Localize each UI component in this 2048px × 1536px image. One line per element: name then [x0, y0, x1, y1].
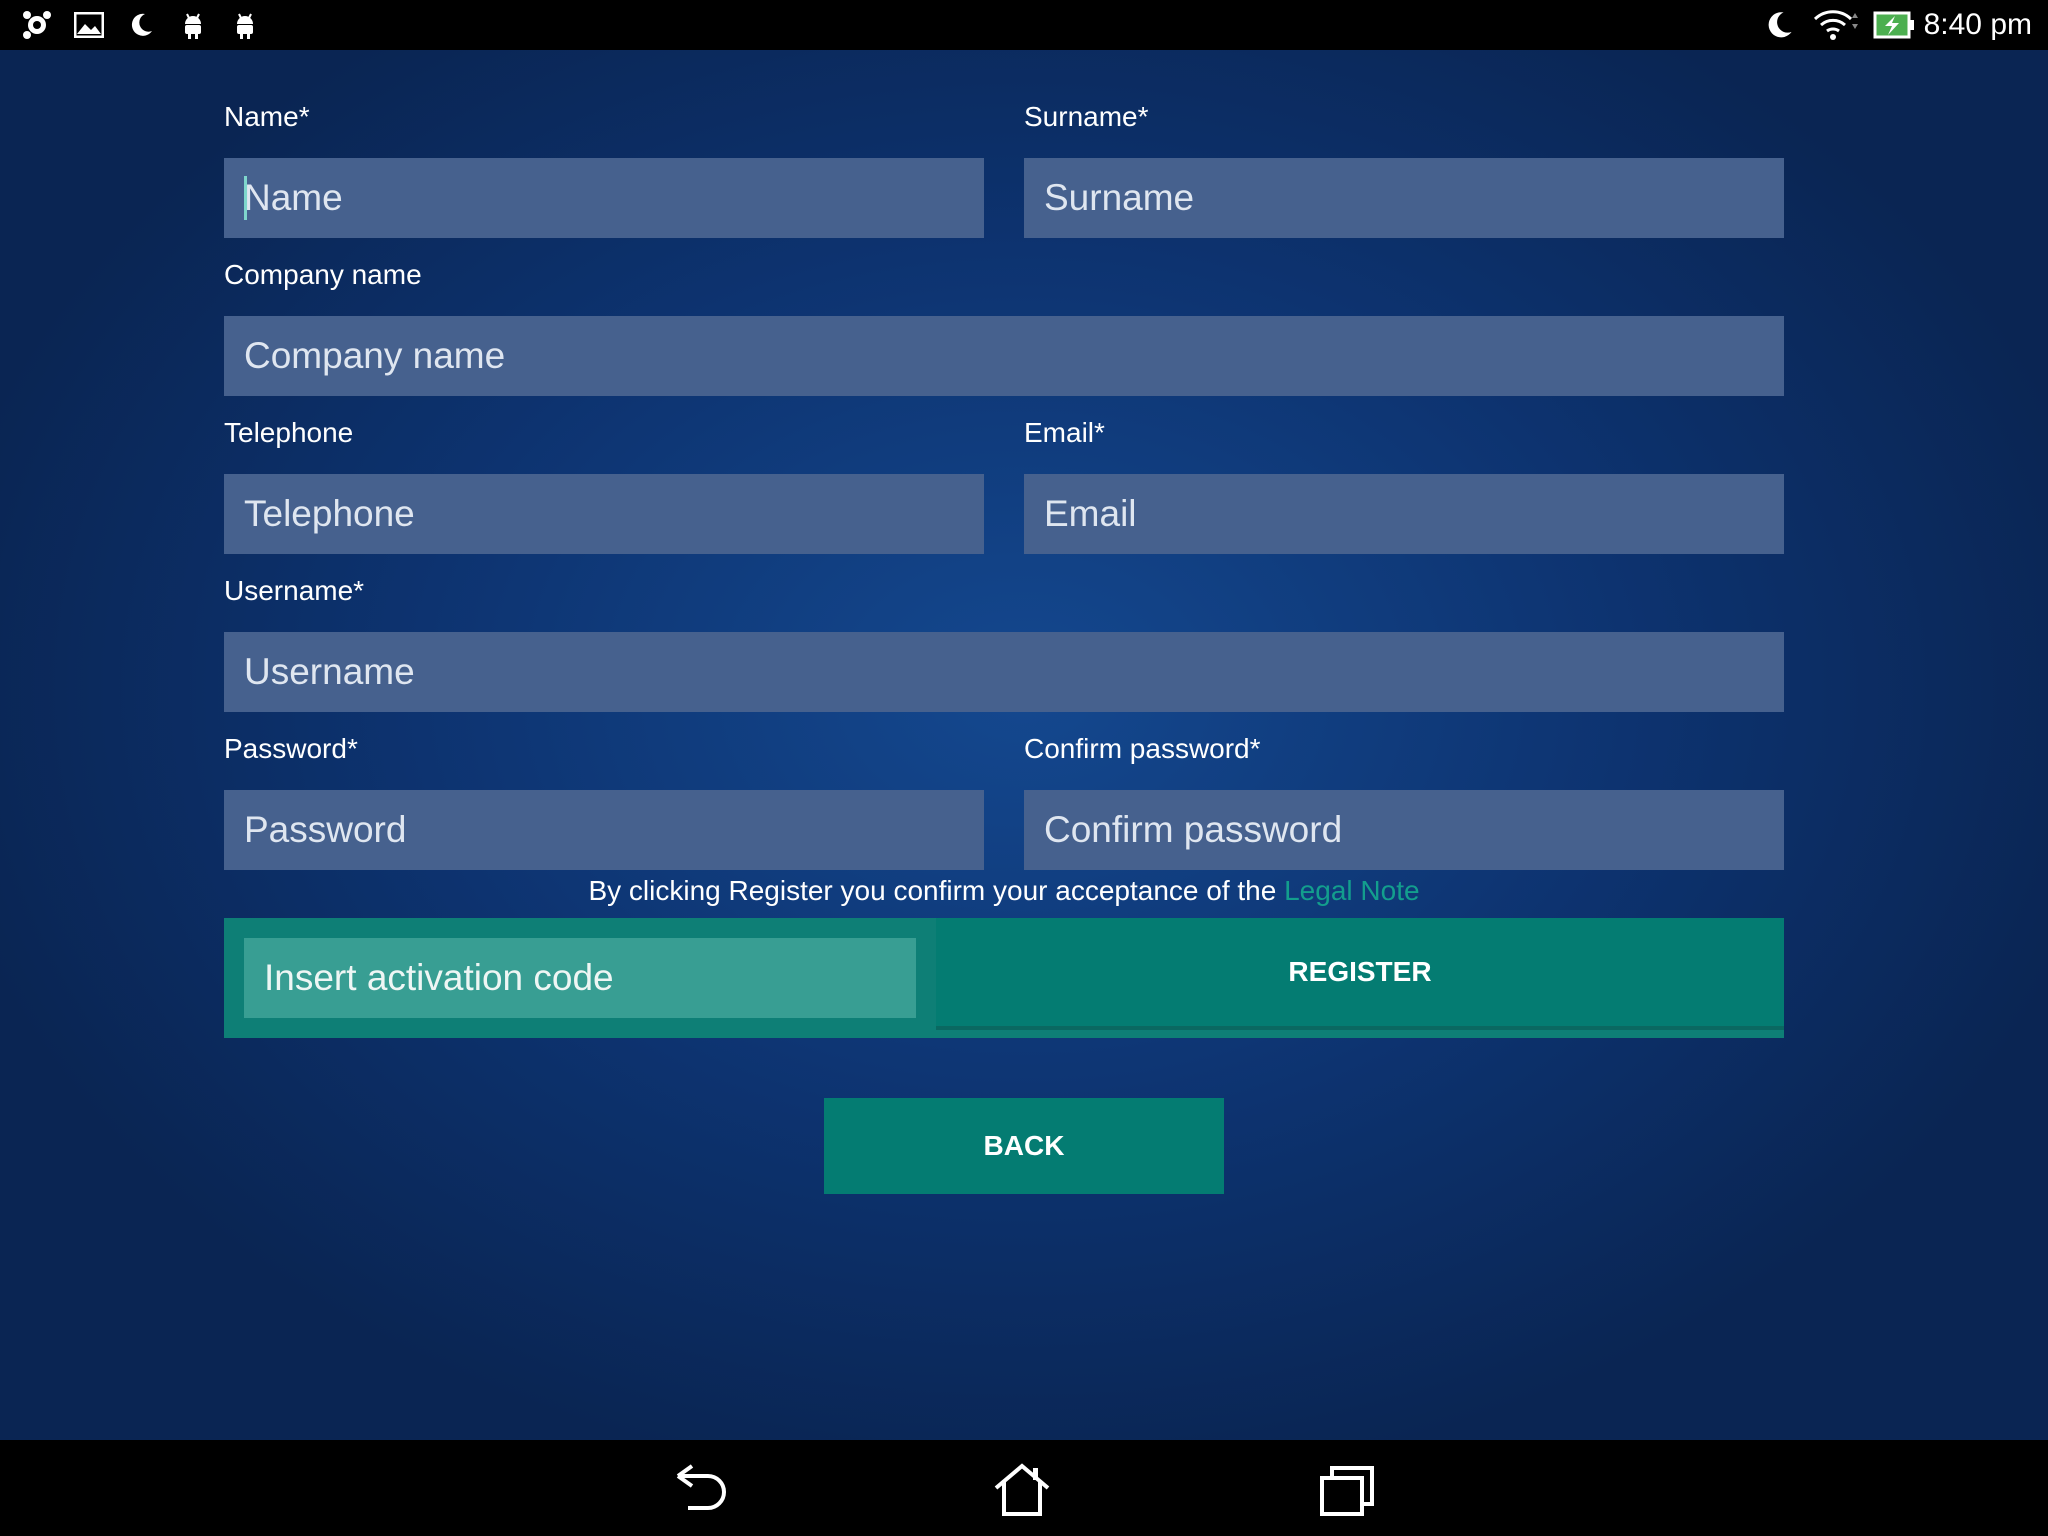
activation-code-input[interactable]	[244, 938, 916, 1018]
email-input[interactable]	[1024, 474, 1784, 554]
name-input[interactable]	[224, 158, 984, 238]
password-label: Password*	[224, 733, 358, 764]
back-button[interactable]: BACK	[824, 1098, 1224, 1194]
wifi-icon	[1812, 8, 1860, 42]
username-input[interactable]	[224, 632, 1784, 712]
app-icon	[20, 8, 54, 42]
username-label: Username*	[224, 575, 365, 606]
legal-text: By clicking Register you confirm your ac…	[588, 875, 1285, 906]
telephone-label: Telephone	[224, 417, 354, 448]
gallery-icon	[72, 8, 106, 42]
email-label: Email*	[1024, 417, 1105, 448]
name-label: Name*	[224, 101, 310, 132]
company-label: Company name	[224, 259, 422, 290]
company-input[interactable]	[224, 316, 1784, 396]
status-bar: 8:40 pm	[0, 0, 2048, 50]
surname-input[interactable]	[1024, 158, 1784, 238]
back-nav-icon[interactable]	[668, 1458, 732, 1522]
moon-icon	[1762, 8, 1796, 42]
confirm-password-input[interactable]	[1024, 790, 1784, 870]
clock: 8:40 pm	[1923, 8, 2032, 41]
android-icon	[176, 8, 210, 42]
text-cursor	[244, 176, 247, 220]
navigation-bar	[0, 1440, 2048, 1536]
activation-register-bar: REGISTER	[224, 918, 1784, 1038]
home-nav-icon[interactable]	[990, 1458, 1054, 1522]
confirm-password-label: Confirm password*	[1024, 733, 1261, 764]
password-input[interactable]	[224, 790, 984, 870]
legal-note-link[interactable]: Legal Note	[1284, 875, 1419, 906]
moon-icon	[124, 8, 158, 42]
recent-apps-nav-icon[interactable]	[1316, 1458, 1380, 1522]
legal-notice: By clicking Register you confirm your ac…	[224, 874, 1784, 908]
battery-charging-icon	[1872, 8, 1916, 42]
telephone-input[interactable]	[224, 474, 984, 554]
registration-screen: Name* Surname* Company name Telephone Em…	[0, 50, 2048, 1440]
surname-label: Surname*	[1024, 101, 1149, 132]
android-icon	[228, 8, 262, 42]
register-button[interactable]: REGISTER	[936, 918, 1784, 1030]
